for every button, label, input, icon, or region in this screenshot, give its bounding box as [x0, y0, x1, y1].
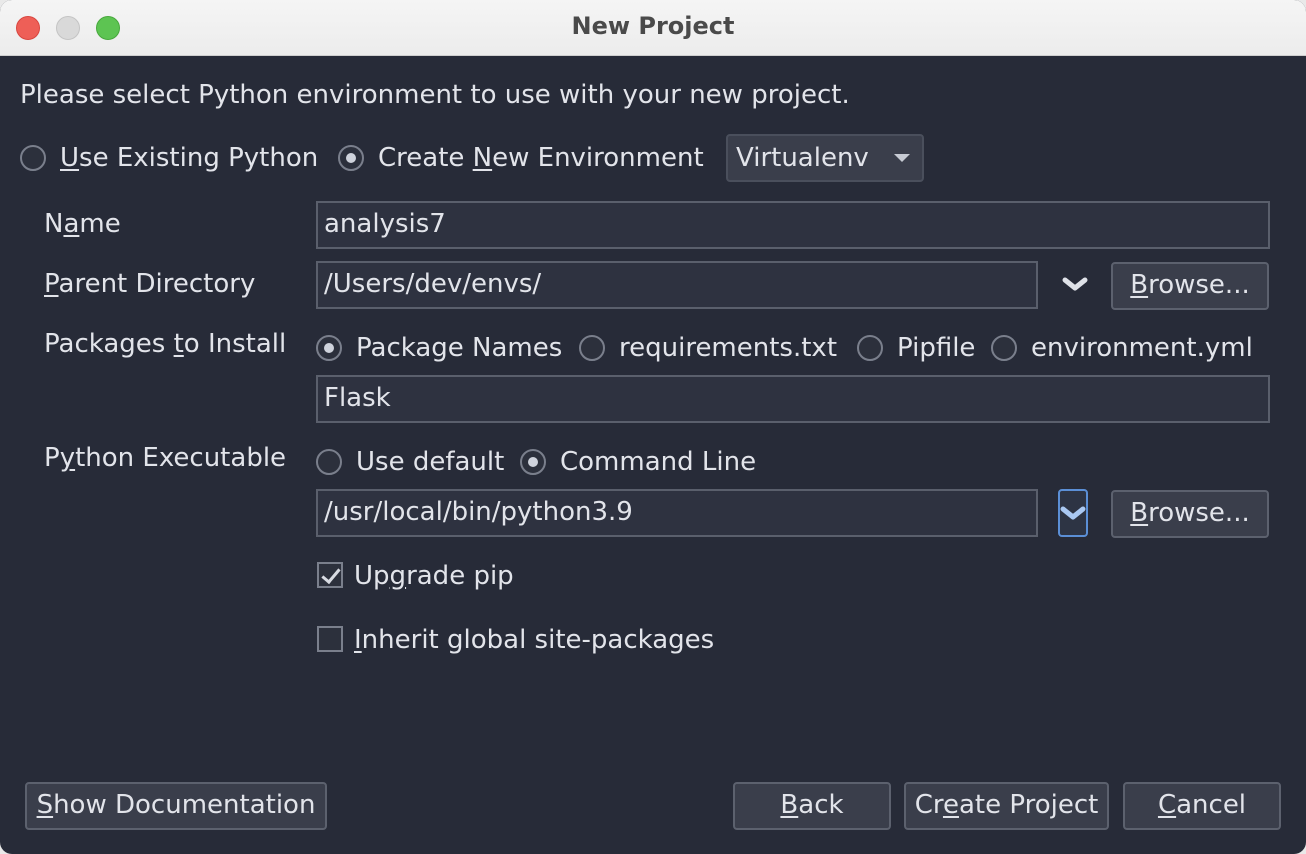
requirements-txt-label[interactable]: requirements.txt	[619, 332, 837, 364]
use-existing-python-radio[interactable]	[20, 145, 46, 171]
environment-type-value: Virtualenv	[736, 143, 869, 173]
parent-directory-history-button[interactable]	[1060, 261, 1090, 309]
parent-directory-browse-button[interactable]: Browse...	[1111, 262, 1269, 310]
window-title: New Project	[571, 12, 735, 40]
pipfile-radio[interactable]	[857, 335, 883, 361]
cancel-button[interactable]: Cancel	[1123, 782, 1281, 830]
upgrade-pip-checkbox[interactable]	[317, 562, 343, 588]
python-executable-browse-button[interactable]: Browse...	[1111, 490, 1269, 538]
packages-label: Packages to Install	[44, 329, 287, 359]
name-input[interactable]: analysis7	[316, 201, 1270, 249]
create-new-environment-label[interactable]: Create New Environment	[378, 142, 704, 174]
python-executable-history-button[interactable]	[1058, 489, 1088, 537]
python-executable-label: Python Executable	[44, 443, 287, 473]
parent-directory-label: Parent Directory	[44, 269, 256, 299]
python-executable-input[interactable]: /usr/local/bin/python3.9	[316, 489, 1038, 537]
show-documentation-button[interactable]: Show Documentation	[25, 782, 327, 830]
dropdown-arrow-icon	[894, 154, 910, 162]
create-new-environment-radio[interactable]	[338, 145, 364, 171]
back-button[interactable]: Back	[733, 782, 891, 830]
use-existing-python-label[interactable]: Use Existing Python	[60, 142, 318, 174]
intro-text: Please select Python environment to use …	[20, 80, 850, 110]
new-project-dialog: New Project Please select Python environ…	[0, 0, 1306, 854]
pipfile-label[interactable]: Pipfile	[897, 332, 975, 364]
create-project-button[interactable]: Create Project	[904, 782, 1109, 830]
environment-yml-radio[interactable]	[991, 335, 1017, 361]
chevron-down-icon	[1060, 506, 1086, 520]
chevron-down-icon	[1062, 277, 1088, 291]
packages-input[interactable]: Flask	[316, 375, 1270, 423]
package-names-radio[interactable]	[316, 335, 342, 361]
environment-type-dropdown[interactable]: Virtualenv	[726, 134, 924, 182]
package-names-label[interactable]: Package Names	[356, 332, 562, 364]
title-bar: New Project	[0, 0, 1306, 56]
command-line-radio[interactable]	[520, 449, 546, 475]
upgrade-pip-label[interactable]: Upgrade pip	[354, 560, 514, 592]
inherit-site-packages-label[interactable]: Inherit global site-packages	[354, 624, 714, 656]
requirements-txt-radio[interactable]	[579, 335, 605, 361]
inherit-site-packages-checkbox[interactable]	[317, 626, 343, 652]
environment-yml-label[interactable]: environment.yml	[1031, 332, 1253, 364]
name-label: Name	[44, 209, 121, 239]
command-line-label[interactable]: Command Line	[560, 446, 756, 478]
parent-directory-input[interactable]: /Users/dev/envs/	[316, 261, 1038, 309]
use-default-label[interactable]: Use default	[356, 446, 504, 478]
use-default-radio[interactable]	[316, 449, 342, 475]
